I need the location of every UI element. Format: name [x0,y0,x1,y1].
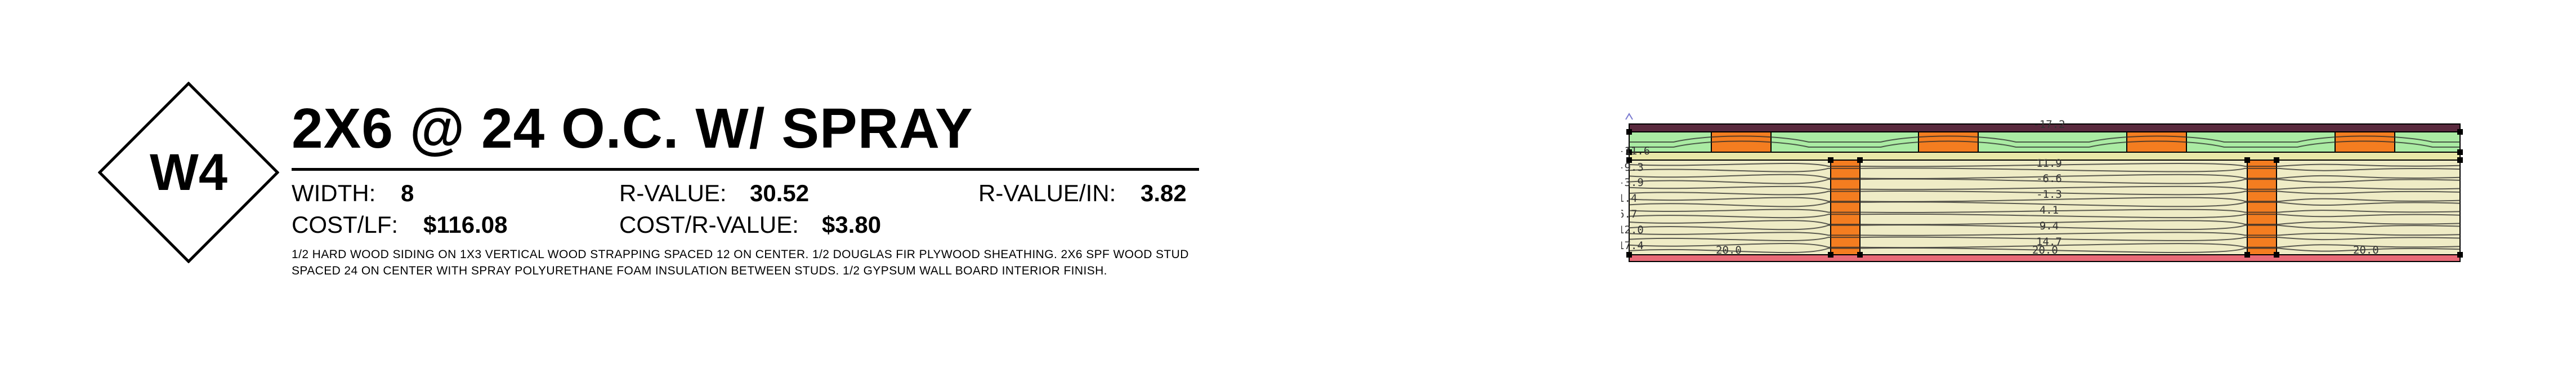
cost-lf-value: $116.08 [423,211,508,238]
thermal-section-svg: -17.2 -11.6 -9.3 -3.9 1.4 6.7 12.0 17.4 … [1618,113,2463,262]
r-value-stat: R-VALUE: [619,181,727,205]
node-marker [1828,252,1833,258]
wall-section-diagram: -17.2 -11.6 -9.3 -3.9 1.4 6.7 12.0 17.4 … [1618,113,2488,276]
assembly-badge: W4 [97,81,280,264]
node-marker [2274,252,2279,258]
isotherm-label: -17.2 [2033,118,2065,131]
width-value-wrap: 8 [401,181,414,205]
isotherm-label: 1.4 [1621,192,1637,205]
node-marker [2274,157,2279,163]
r-value-label: R-VALUE: [619,180,727,206]
node-marker [2457,157,2463,163]
node-marker [2457,252,2463,258]
r-per-in-value-wrap: 3.82 [1141,181,1187,205]
stud-right [2247,160,2277,255]
node-marker [1857,157,1863,163]
node-marker [1626,252,1632,258]
assembly-description: 1/2 HARD WOOD SIDING ON 1X3 VERTICAL WOO… [292,248,1189,277]
node-marker [1828,157,1833,163]
cost-lf-label: COST/LF: [292,211,399,238]
isotherm-label: 20.0 [1716,244,1742,256]
r-value-value: 30.52 [750,180,810,206]
isotherm-label: -6.6 [2036,172,2062,185]
isotherm-label: 12.0 [1621,224,1644,236]
cost-r-value-wrap: $3.80 [822,213,881,237]
cost-lf-stat: COST/LF: [292,213,398,237]
node-marker [1626,129,1632,135]
width-stat: WIDTH: [292,181,375,205]
badge-code: W4 [150,143,227,201]
node-marker [2244,157,2250,163]
isotherm-label: 6.7 [1621,208,1637,220]
title-divider [292,168,1199,171]
node-marker [2244,252,2250,258]
node-marker [2457,149,2463,155]
r-value-value-wrap: 30.52 [750,181,809,205]
isotherm-label: 4.1 [2040,204,2059,216]
isotherm-label: 9.4 [2040,220,2059,232]
isotherm-label: 20.0 [2032,244,2058,256]
isotherm-label: -11.6 [1621,145,1650,157]
cost-lf-value-wrap: $116.08 [423,213,508,237]
cost-r-label: COST/R-VALUE: [619,211,799,238]
isotherm-label: 20.0 [2353,244,2379,256]
isotherm-label: 17.4 [1621,240,1644,252]
isotherm-label: 11.9 [2036,157,2062,170]
assembly-title: 2X6 @ 24 O.C. W/ SPRAY [292,97,973,160]
isotherm-label: -9.3 [1621,161,1644,174]
isotherm-label: -1.3 [2036,188,2062,201]
width-value: 8 [401,180,414,206]
node-marker [1857,252,1863,258]
cost-r-value: $3.80 [822,211,882,238]
node-marker [2457,129,2463,135]
axis-marker-icon [1625,113,1633,120]
r-per-in-label: R-VALUE/IN: [978,180,1116,206]
r-per-in-value: 3.82 [1141,180,1187,206]
cost-r-stat: COST/R-VALUE: [619,213,799,237]
stud-left [1830,160,1861,255]
r-per-in-stat: R-VALUE/IN: [978,181,1116,205]
isotherm-label: -3.9 [1621,176,1644,189]
width-label: WIDTH: [292,180,376,206]
